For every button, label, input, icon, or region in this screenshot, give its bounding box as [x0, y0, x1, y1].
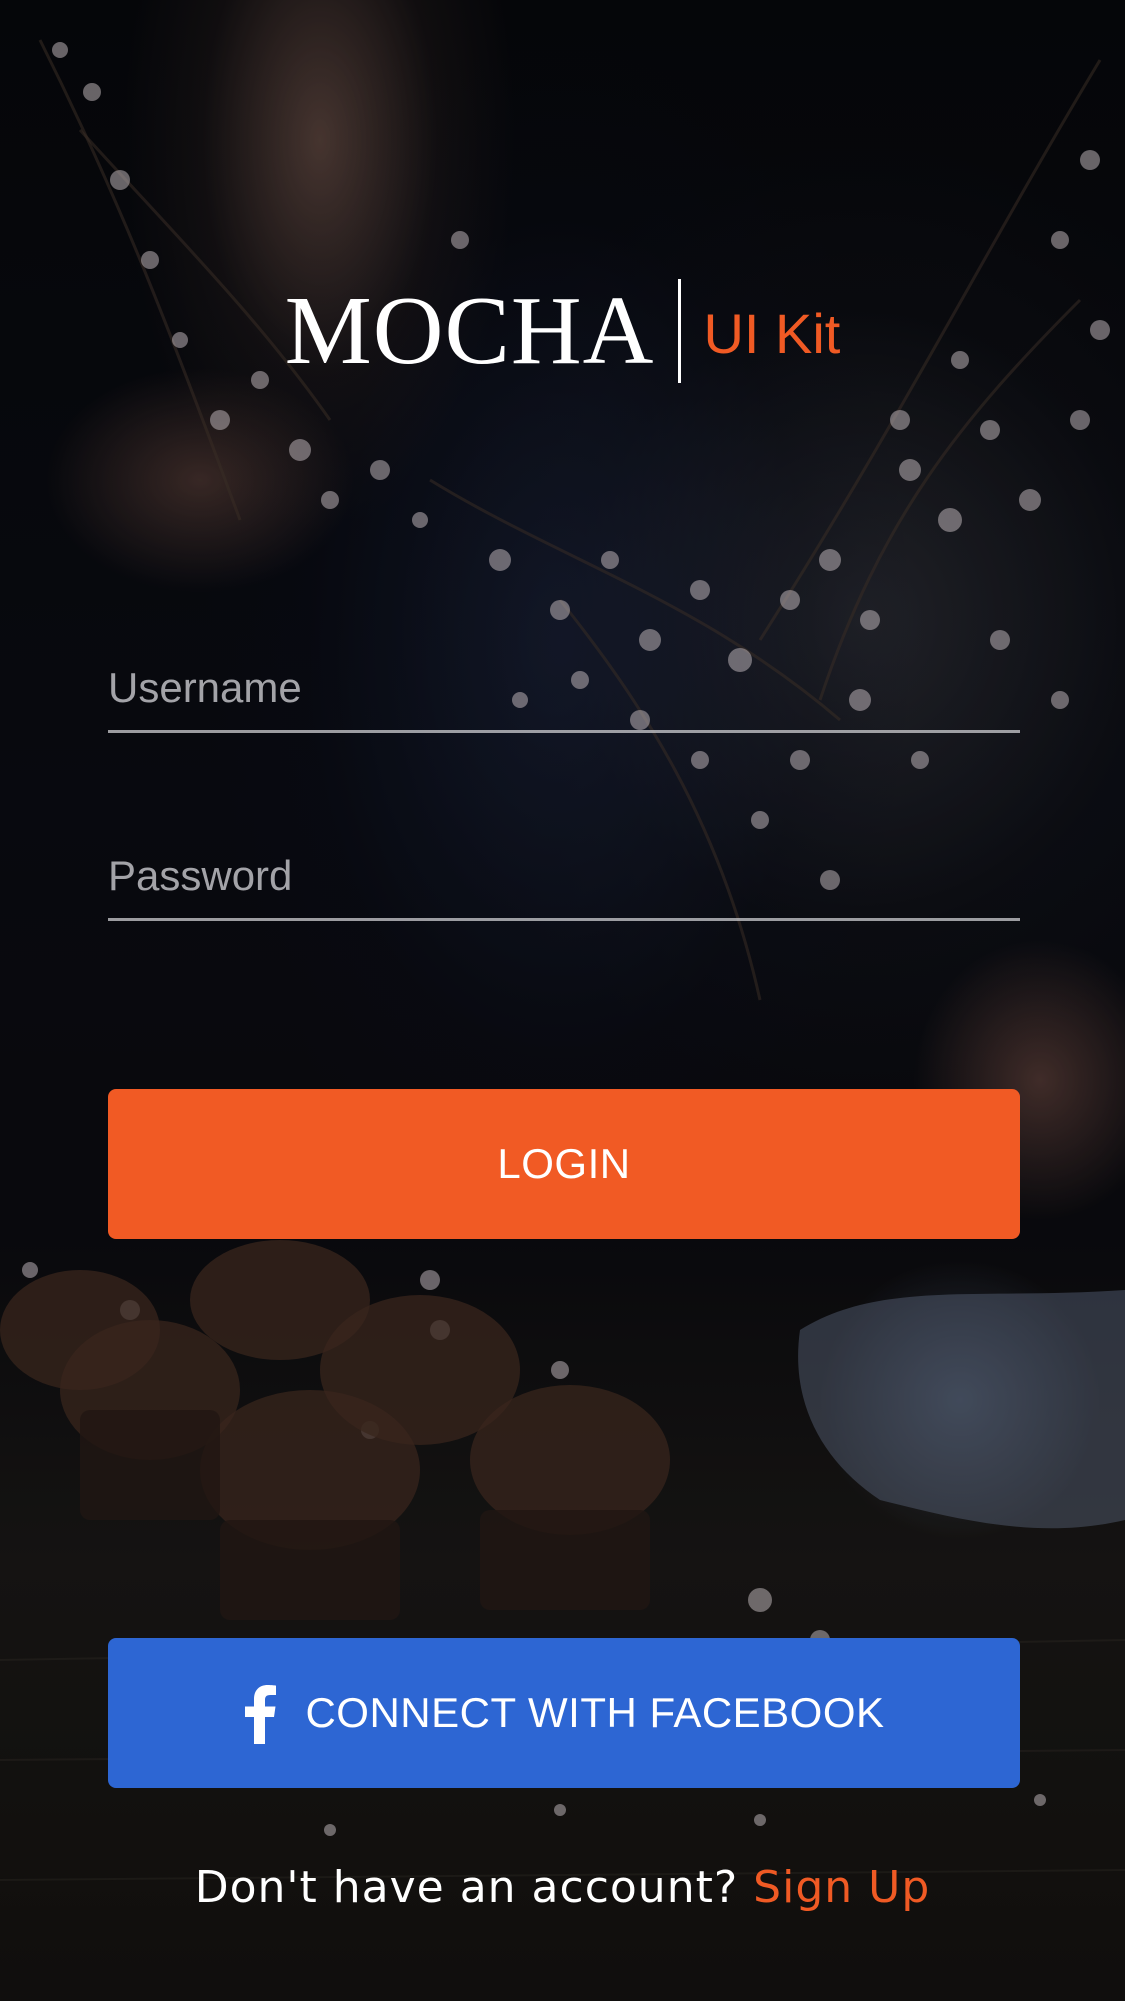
password-input[interactable]	[108, 848, 1020, 904]
login-button[interactable]: LOGIN	[108, 1089, 1020, 1239]
signup-prompt: Don't have an account? Sign Up	[0, 1858, 1125, 1918]
login-button-label: LOGIN	[497, 1140, 631, 1187]
username-field	[108, 650, 1020, 733]
app-logo: MOCHA UI Kit	[0, 276, 1125, 386]
logo-wordmark: MOCHA	[284, 277, 655, 385]
connect-facebook-button[interactable]: CONNECT WITH FACEBOOK	[108, 1638, 1020, 1788]
logo-subtitle: UI Kit	[703, 302, 841, 365]
logo-divider	[678, 279, 682, 383]
facebook-button-label: CONNECT WITH FACEBOOK	[305, 1689, 885, 1736]
password-field	[108, 838, 1020, 921]
signup-prompt-text: Don't have an account?	[194, 1862, 754, 1913]
username-input[interactable]	[108, 660, 1020, 716]
login-screen: MOCHA UI Kit LOGIN CONNECT WITH FACEBOOK…	[0, 0, 1125, 2001]
signup-link[interactable]: Sign Up	[753, 1862, 930, 1913]
facebook-f-icon	[245, 1685, 277, 1744]
